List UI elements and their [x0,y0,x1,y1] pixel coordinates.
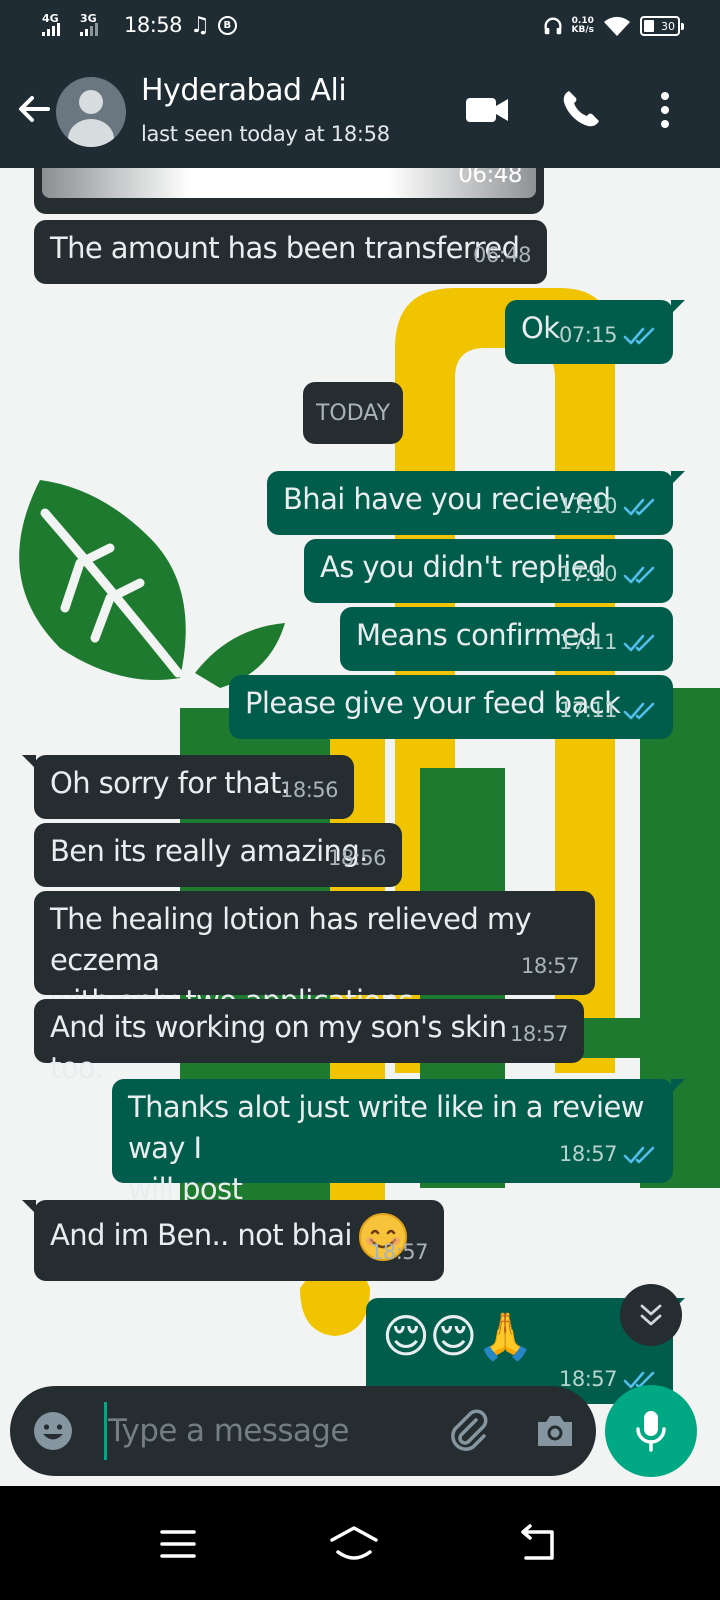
network-speed: 0.10 KB/s [572,17,594,35]
read-ticks-icon [623,498,655,515]
read-ticks-icon [623,327,655,344]
outgoing-message[interactable]: Bhai have you recieved 17:10 [267,471,685,535]
scroll-to-bottom-button[interactable] [620,1284,682,1346]
paperclip-icon[interactable] [446,1408,492,1454]
home-icon[interactable] [326,1516,382,1572]
microphone-icon [636,1411,666,1452]
back-arrow-icon[interactable] [12,87,56,131]
more-options-icon[interactable] [640,85,690,135]
contact-name[interactable]: Hyderabad Ali [141,73,347,108]
signal-3g-icon: 3G [80,12,110,38]
chat-area[interactable]: 06:48 The amount has been transferred 06… [0,168,720,1404]
contact-last-seen: last seen today at 18:58 [141,122,390,146]
incoming-message[interactable]: And its working on my son's skin too. 18… [34,999,584,1085]
message-text: 😌😌🙏 [382,1309,534,1363]
message-time: 18:57 [558,1142,618,1166]
signal-4g-icon: 4G [42,12,72,38]
read-ticks-icon [623,1146,655,1163]
b-badge-icon: B [217,15,237,35]
status-bar: 4G 3G 18:58 ♫ B 0.10 KB/s 30 [0,0,720,57]
message-time: 17:10 [558,562,618,586]
outgoing-message[interactable]: Thanks alot just write like in a review … [112,1079,685,1206]
battery-icon: 30 [640,16,684,36]
music-note-icon: ♫ [190,12,210,38]
text-cursor [104,1402,107,1460]
incoming-message[interactable]: And im Ben.. not bhai 18:57 [22,1200,444,1281]
avatar[interactable] [56,77,126,147]
message-time: 18:56 [279,778,339,802]
speed-unit: KB/s [571,25,594,35]
system-navigation-bar [0,1486,720,1600]
message-time: 07:15 [558,323,618,347]
status-time: 18:58 [124,13,183,37]
outgoing-message[interactable]: Ok 07:15 [505,300,685,364]
message-time: 18:57 [520,954,580,978]
headphones-icon [544,17,561,35]
phone-call-icon[interactable] [556,85,606,135]
double-chevron-down-icon [640,1304,662,1326]
message-time: 06:48 [458,168,522,188]
incoming-message[interactable]: Oh sorry for that. 18:56 [22,755,354,819]
incoming-message[interactable]: Ben its really amazing. 18:56 [34,823,402,887]
message-text: And im Ben.. not bhai [50,1218,352,1252]
message-time: 17:10 [558,494,618,518]
outgoing-message[interactable]: Please give your feed back 17:11 [229,675,673,739]
message-time: 18:56 [327,846,387,870]
incoming-message[interactable]: The amount has been transferred 06:48 [34,220,547,284]
message-text: And its working on my son's skin too. [50,1010,516,1085]
message-time: 17:11 [558,630,618,654]
outgoing-message[interactable]: Means confirmed 17:11 [340,607,673,671]
chat-header: Hyderabad Ali last seen today at 18:58 [0,57,720,168]
message-time: 18:57 [369,1240,429,1264]
message-time: 18:57 [509,1022,569,1046]
menu-icon[interactable] [150,1516,206,1572]
message-input[interactable] [108,1404,438,1458]
battery-level: 30 [661,19,675,33]
outgoing-message[interactable]: As you didn't replied 17:10 [304,539,673,603]
read-ticks-icon [623,634,655,651]
message-composer [10,1386,596,1476]
incoming-message[interactable]: The healing lotion has relieved my eczem… [34,891,595,1018]
message-time: 06:48 [472,243,532,267]
back-icon[interactable] [512,1516,568,1572]
video-call-icon[interactable] [462,85,512,135]
message-text: The amount has been transferred [50,231,520,265]
read-ticks-icon [623,566,655,583]
image-message[interactable]: 06:48 [34,168,544,214]
message-time: 17:11 [558,698,618,722]
camera-icon[interactable] [532,1408,578,1454]
wifi-icon [604,16,630,36]
read-ticks-icon [623,702,655,719]
voice-record-button[interactable] [605,1385,697,1477]
emoji-icon[interactable] [32,1410,74,1452]
date-separator: TODAY [303,382,403,444]
